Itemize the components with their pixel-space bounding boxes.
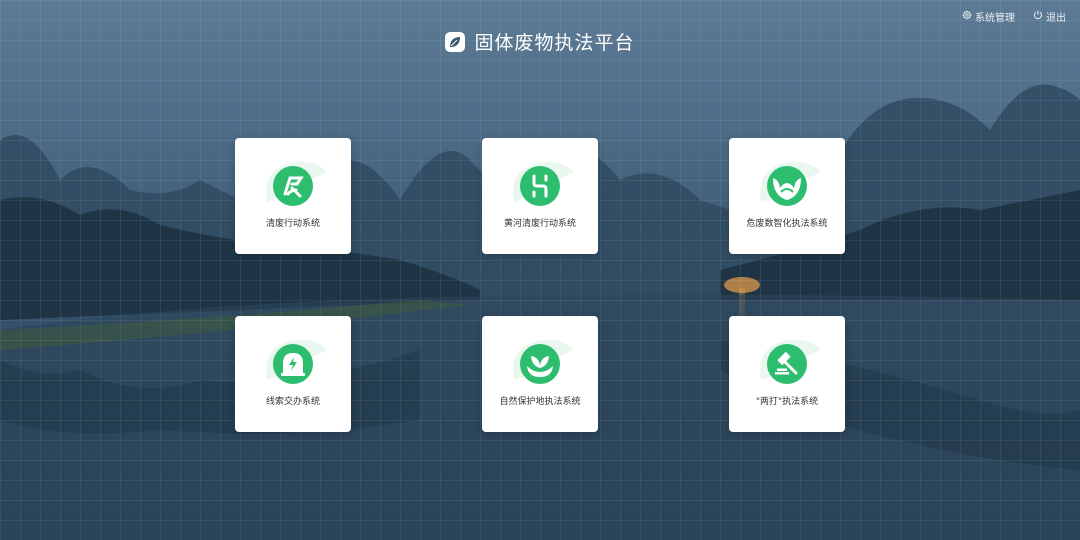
power-icon bbox=[1033, 10, 1043, 23]
page-header: 固体废物执法平台 bbox=[0, 28, 1080, 55]
module-card-nature-reserve[interactable]: 自然保护地执法系统 bbox=[482, 316, 598, 432]
grid-overlay bbox=[0, 0, 1080, 540]
top-toolbar: 系统管理 退出 bbox=[962, 9, 1066, 24]
module-label: 线索交办系统 bbox=[265, 397, 320, 407]
module-card-clue[interactable]: 线索交办系统 bbox=[235, 316, 351, 432]
logout-button[interactable]: 退出 bbox=[1033, 9, 1066, 24]
nature-reserve-icon bbox=[520, 344, 560, 384]
yellow-river-icon bbox=[520, 166, 560, 206]
page-title: 固体废物执法平台 bbox=[474, 32, 635, 54]
clue-alert-icon bbox=[273, 344, 313, 384]
logout-label: 退出 bbox=[1046, 13, 1066, 24]
gavel-icon bbox=[767, 344, 807, 384]
leaf-icon bbox=[445, 31, 466, 52]
hazardous-waste-icon bbox=[767, 166, 807, 206]
module-card-cleanup[interactable]: 清废行动系统 bbox=[235, 138, 351, 254]
cleanup-action-icon bbox=[273, 166, 313, 206]
system-manage-label: 系统管理 bbox=[975, 13, 1015, 24]
module-label: "两打"执法系统 bbox=[755, 397, 819, 407]
module-label: 黄河清废行动系统 bbox=[503, 219, 576, 229]
module-card-hazardous-waste[interactable]: 危废数智化执法系统 bbox=[729, 138, 845, 254]
system-manage-button[interactable]: 系统管理 bbox=[962, 9, 1015, 24]
module-label: 自然保护地执法系统 bbox=[499, 397, 581, 407]
module-card-yellow-river[interactable]: 黄河清废行动系统 bbox=[482, 138, 598, 254]
gear-icon bbox=[962, 10, 972, 23]
module-label: 清废行动系统 bbox=[265, 219, 320, 229]
module-label: 危废数智化执法系统 bbox=[746, 219, 828, 229]
module-card-two-strikes[interactable]: "两打"执法系统 bbox=[729, 316, 845, 432]
